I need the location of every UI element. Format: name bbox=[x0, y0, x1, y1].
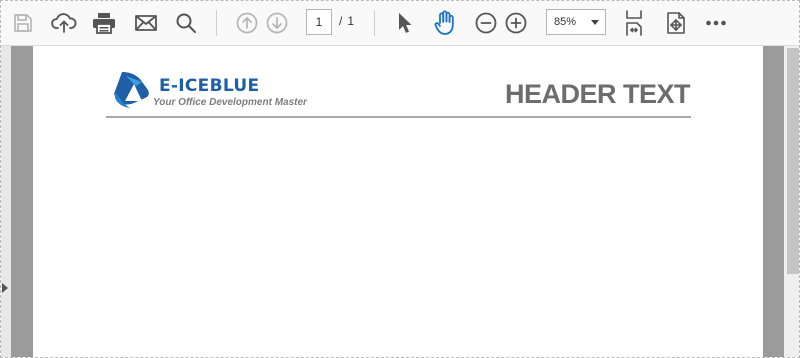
document-header-text: HEADER TEXT bbox=[504, 79, 691, 109]
document-page: E-ICEBLUE Your Office Development Master… bbox=[33, 46, 763, 357]
document-area: E-ICEBLUE Your Office Development Master… bbox=[1, 46, 799, 357]
zoom-out-button[interactable] bbox=[470, 7, 502, 39]
fit-width-button[interactable] bbox=[660, 7, 692, 39]
page-gutter-left bbox=[11, 46, 33, 357]
fit-page-icon bbox=[626, 10, 642, 36]
fit-page-button[interactable] bbox=[618, 7, 650, 39]
brand-name: E-ICEBLUE bbox=[159, 76, 260, 96]
chevron-down-icon bbox=[591, 20, 599, 25]
more-button[interactable] bbox=[700, 7, 732, 39]
zoom-select[interactable]: 85% bbox=[546, 9, 606, 35]
next-page-button[interactable] bbox=[261, 7, 293, 39]
minus-circle-icon bbox=[475, 12, 497, 34]
print-button[interactable] bbox=[88, 7, 120, 39]
hand-tool-button[interactable] bbox=[429, 7, 461, 39]
upload-cloud-icon bbox=[51, 13, 77, 33]
page-count: /1 bbox=[339, 14, 354, 28]
save-button[interactable] bbox=[7, 7, 39, 39]
toolbar-divider bbox=[216, 10, 217, 36]
email-button[interactable] bbox=[130, 7, 162, 39]
save-icon bbox=[14, 14, 32, 32]
previous-page-button[interactable] bbox=[231, 7, 263, 39]
pdf-viewer: 1 /1 85% E-ICEBLUE Your Office Developme… bbox=[0, 0, 800, 358]
plus-circle-icon bbox=[505, 12, 527, 34]
sidebar-toggle-rail[interactable] bbox=[1, 46, 11, 357]
page-number-value: 1 bbox=[315, 15, 323, 29]
sidebar-expand-icon[interactable] bbox=[2, 283, 8, 293]
arrow-down-circle-icon bbox=[266, 12, 288, 34]
more-horizontal-icon bbox=[706, 20, 726, 26]
upload-button[interactable] bbox=[48, 7, 80, 39]
brand-tagline: Your Office Development Master bbox=[153, 97, 307, 108]
scrollbar-thumb[interactable] bbox=[787, 48, 799, 274]
mail-icon bbox=[135, 15, 157, 31]
cursor-arrow-icon bbox=[399, 13, 412, 33]
zoom-value: 85% bbox=[554, 16, 577, 28]
page-separator: / bbox=[339, 14, 343, 28]
print-icon bbox=[93, 13, 115, 34]
arrow-up-circle-icon bbox=[236, 12, 258, 34]
select-tool-button[interactable] bbox=[389, 7, 421, 39]
zoom-in-button[interactable] bbox=[500, 7, 532, 39]
e-iceblue-logo-icon bbox=[114, 72, 149, 108]
toolbar: 1 /1 85% bbox=[1, 1, 799, 46]
hand-icon bbox=[434, 10, 454, 35]
page-gutter-right bbox=[763, 46, 784, 357]
page-count-value: 1 bbox=[347, 14, 355, 28]
header-divider-line bbox=[106, 116, 691, 118]
search-button[interactable] bbox=[170, 7, 202, 39]
fit-width-icon bbox=[667, 12, 685, 34]
page-number-input[interactable]: 1 bbox=[306, 9, 332, 35]
search-icon bbox=[176, 13, 196, 33]
toolbar-divider bbox=[374, 10, 375, 36]
